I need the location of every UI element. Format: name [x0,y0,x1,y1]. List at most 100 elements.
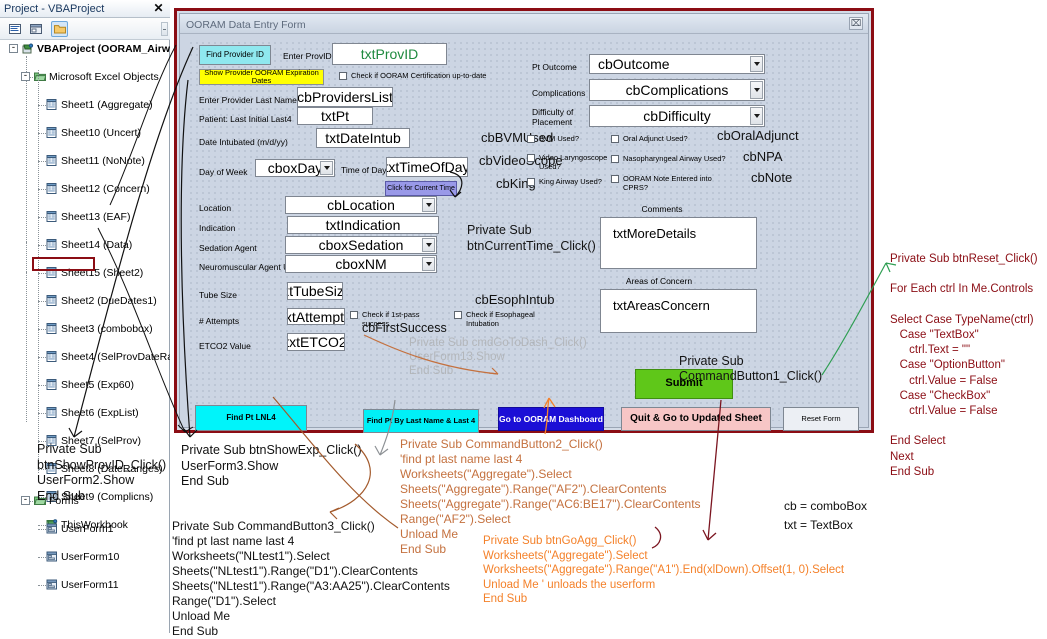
find-pt-by-name-button[interactable]: Find Pt By Last Name & Last 4 [363,409,479,433]
oral-adjunct-checkbox[interactable]: Oral Adjunct Used? [611,134,706,143]
project-tree[interactable]: - VBAProject (OORAM_Airway_Manageme - Mi… [0,42,170,602]
cboxNM-value: cboxNM [335,256,387,272]
checkbox-box[interactable] [350,311,358,319]
esophageal-intubation-checkbox[interactable]: Check if Esophageal Intubation [454,310,564,328]
tree-item-sheet4-selprovdateranges-[interactable]: Sheet4 (SelProvDateRanges) [0,350,170,364]
tree-item-sheet6-explist-[interactable]: Sheet6 (ExpList) [0,406,170,420]
checkbox-label: Oral Adjunct Used? [623,134,688,143]
txtDateIntub-field[interactable]: txtDateIntub [316,128,410,148]
label-tube-size: Tube Size [199,290,237,300]
cbLocation-field[interactable]: cbLocation [285,196,437,214]
checkbox-box[interactable] [527,135,535,143]
find-provider-id-button[interactable]: Find Provider ID [199,45,271,65]
view-object-button[interactable] [27,21,44,37]
checkbox-box[interactable] [454,311,462,319]
tree-item-userform10[interactable]: UserForm10 [0,550,170,564]
click-for-current-time-button[interactable]: Click for Current Time [385,181,457,196]
txtTimeOfDay-field[interactable]: txtTimeOfDay [386,157,468,177]
ooram-note-checkbox[interactable]: OORAM Note Entered into CPRS? [611,174,736,192]
tree-item-sheet11-nonote-[interactable]: Sheet11 (NoNote) [0,154,170,168]
cboxDay-value: cboxDay [267,160,323,176]
checkbox-box[interactable] [611,155,619,163]
tree-item-userform11[interactable]: UserForm11 [0,578,170,592]
tree-item-sheet3-combobox-[interactable]: Sheet3 (combobox) [0,322,170,336]
checkbox-box[interactable] [611,175,619,183]
tree-expander-excel-objects[interactable]: - [21,72,30,81]
chevron-down-icon[interactable] [422,257,435,271]
show-expiration-dates-button[interactable]: Show Provider OORAM Expiration Dates [199,69,324,85]
tree-item-sheet12-concern-[interactable]: Sheet12 (Concern) [0,182,170,196]
cboxSedation-field[interactable]: cboxSedation [285,236,437,254]
toolbar-splitter[interactable] [161,22,168,36]
cbProvidersList-field[interactable]: cbProvidersList [297,87,393,107]
label-day-of-week: Day of Week [199,167,248,177]
txtETCO2-field[interactable]: txtETCO2 [287,333,345,351]
cbDifficulty-value: cbDifficulty [643,108,711,124]
txtIndication-field[interactable]: txtIndication [287,216,439,234]
label-etco2: ETCO2 Value [199,341,251,351]
checkbox-box[interactable] [611,135,619,143]
cbNPA-name: cbNPA [743,149,783,164]
txtAreasConcern-field[interactable]: txtAreasConcern [600,289,757,333]
chevron-down-icon[interactable] [320,161,333,175]
checkbox-label: Check if OORAM Certification up-to-date [351,71,487,80]
label-location: Location [199,203,232,213]
find-pt-lnl4-button[interactable]: Find Pt LNL4 [195,405,307,431]
tree-item-sheet13-eaf-[interactable]: Sheet13 (EAF) [0,210,170,224]
txtMoreDetails-field[interactable]: txtMoreDetails [600,217,757,269]
cbComplications-field[interactable]: cbComplications [589,79,765,101]
toggle-folders-button[interactable] [51,21,68,37]
tree-expander-root[interactable]: - [9,44,18,53]
checkbox-label: BVM Used? [539,134,580,143]
checkbox-box[interactable] [339,72,347,80]
cbNote-name: cbNote [751,170,793,185]
cbOutcome-field[interactable]: cbOutcome [589,54,765,74]
king-airway-checkbox[interactable]: King Airway Used? [527,177,617,186]
view-code-button[interactable] [6,21,23,37]
tree-item-userform1[interactable]: UserForm1 [0,522,170,536]
chevron-down-icon[interactable] [422,238,435,252]
checkbox-label: King Airway Used? [539,177,602,186]
close-icon[interactable]: ✕ [152,2,165,15]
checkbox-box[interactable] [527,154,535,162]
worksheet-icon [46,351,57,362]
tree-item-label: Sheet4 (SelProvDateRanges) [61,351,170,363]
tree-item-sheet2-duedates1-[interactable]: Sheet2 (DueDates1) [0,294,170,308]
npa-checkbox[interactable]: Nasopharyngeal Airway Used? [611,154,731,163]
bvm-used-checkbox[interactable]: BVM Used? [527,134,597,143]
reset-form-button[interactable]: Reset Form [783,407,859,431]
userform-highlight-border: OORAM Data Entry Form ⌧ Find Provider ID… [174,8,874,433]
chevron-down-icon[interactable] [422,198,435,212]
close-icon[interactable]: ⌧ [849,17,863,30]
cboxDay-field[interactable]: cboxDay [255,159,335,177]
go-to-dashboard-button[interactable]: Go to OORAM Dashboard [498,407,604,431]
checkbox-label: Video Laryngoscope Used? [539,153,608,171]
tree-item-sheet1-aggregate-[interactable]: Sheet1 (Aggregate) [0,98,170,112]
chevron-down-icon[interactable] [750,81,763,99]
tree-item-label: Sheet5 (Exp60) [61,379,134,391]
checkbox-box[interactable] [527,178,535,186]
txtAttempts-field[interactable]: txtAttempts [287,308,345,325]
chevron-down-icon[interactable] [750,56,763,72]
chevron-down-icon[interactable] [750,107,763,125]
worksheet-icon [46,155,57,166]
cbDifficulty-field[interactable]: cbDifficulty [589,105,765,127]
txtTubeSize-field[interactable]: txtTubeSize [287,282,343,300]
legend-combobox: cb = comboBox [784,499,868,513]
cert-up-to-date-checkbox[interactable]: Check if OORAM Certification up-to-date [339,71,539,80]
tree-item-sheet14-data-[interactable]: Sheet14 (Data) [0,238,170,252]
quit-and-go-to-updated-sheet-button[interactable]: Quit & Go to Updated Sheet [621,407,771,431]
txtPt-field[interactable]: txtPt [297,107,373,125]
worksheet-icon [46,211,57,222]
video-laryngoscope-checkbox[interactable]: Video Laryngoscope Used? [527,153,607,171]
cboxNM-field[interactable]: cboxNM [285,255,437,273]
folder-icon [53,25,66,34]
userform-icon [46,523,57,534]
tree-item-sheet5-exp60-[interactable]: Sheet5 (Exp60) [0,378,170,392]
annotation-btn-current-time: Private Sub btnCurrentTime_Click() [467,223,596,253]
tree-expander-forms[interactable]: - [21,496,30,505]
userform1-highlight-box [32,257,95,271]
tree-item-sheet10-uncert-[interactable]: Sheet10 (Uncert) [0,126,170,140]
txtProvID-field[interactable]: txtProvID [332,43,447,65]
label-provider-last-name: Enter Provider Last Name [199,95,297,105]
